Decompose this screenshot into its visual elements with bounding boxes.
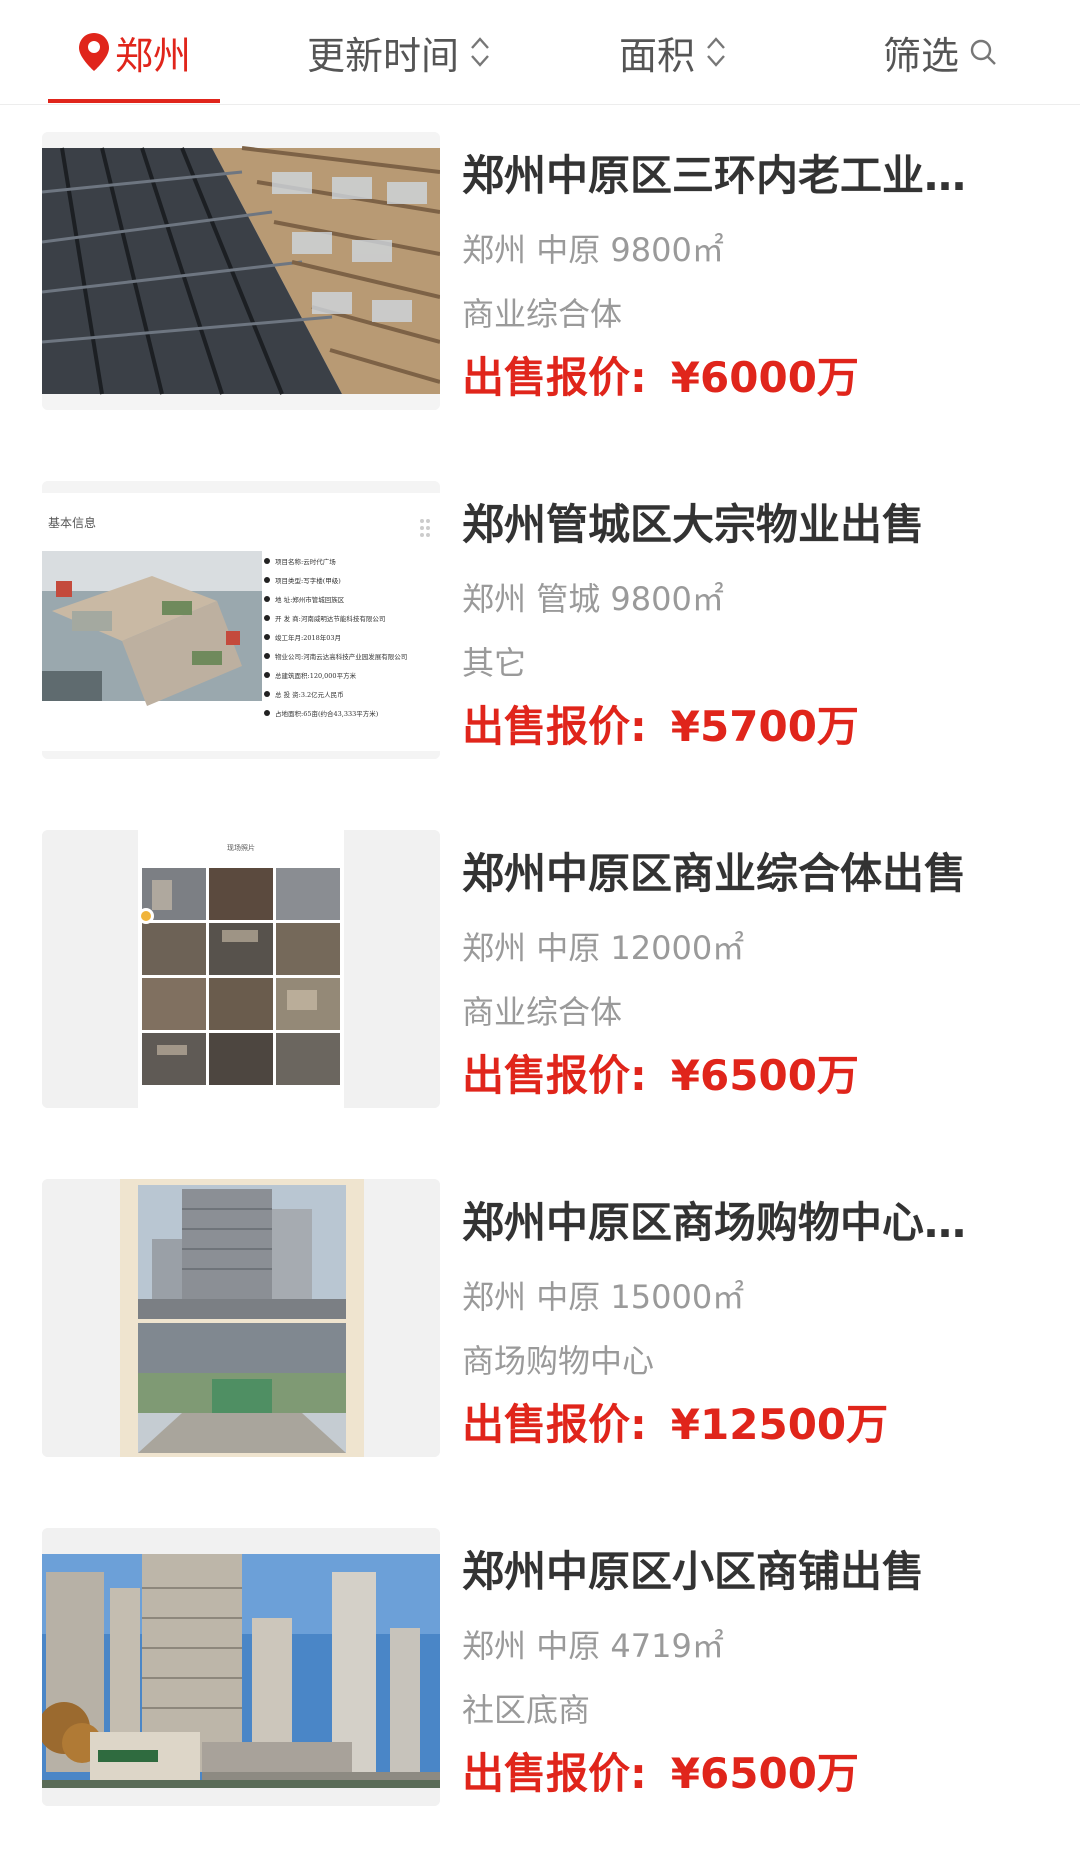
listing-card[interactable]: 基本信息 项目名称:云时代广场 项目类型:写字楼(甲级) 地 址:郑州市管城回族… bbox=[0, 481, 1080, 781]
listing-meta: 郑州 中原 12000㎡ bbox=[462, 926, 744, 970]
slide-heading: 基本信息 bbox=[48, 515, 96, 530]
sort-icon bbox=[471, 37, 489, 67]
listing-card[interactable]: 郑州中原区商场购物中心出售 郑州 中原 15000㎡ 商场购物中心 出售报价: ¥… bbox=[0, 1179, 1080, 1479]
listing-district: 中原 bbox=[536, 1627, 601, 1665]
listing-type: 其它 bbox=[462, 644, 527, 682]
filter-button[interactable]: 筛选 bbox=[870, 0, 1010, 104]
search-icon bbox=[970, 39, 996, 65]
listing-price-row: 出售报价: ¥6500万 bbox=[462, 1046, 859, 1106]
listing-type: 商场购物中心 bbox=[462, 1342, 655, 1380]
city-selector[interactable]: 郑州 bbox=[48, 0, 220, 104]
listing-district: 中原 bbox=[536, 1278, 601, 1316]
price-label: 出售报价: bbox=[462, 1400, 647, 1449]
mall-photo bbox=[42, 1179, 440, 1457]
price-value: ¥5700万 bbox=[670, 702, 859, 751]
listing-city: 郑州 bbox=[462, 231, 527, 269]
listing-city: 郑州 bbox=[462, 580, 527, 618]
project-info-slide: 基本信息 项目名称:云时代广场 项目类型:写字楼(甲级) 地 址:郑州市管城回族… bbox=[42, 481, 440, 759]
listing-district: 中原 bbox=[536, 231, 601, 269]
listing-size: 15000㎡ bbox=[610, 1278, 745, 1316]
listing-district: 中原 bbox=[536, 929, 601, 967]
listing-title[interactable]: 郑州管城区大宗物业出售 bbox=[462, 495, 1002, 555]
residential-photo bbox=[42, 1528, 440, 1806]
listing-card[interactable]: 郑州中原区小区商铺出售 郑州 中原 4719㎡ 社区底商 出售报价: ¥6500万 bbox=[0, 1528, 1080, 1828]
listing-thumbnail[interactable]: 现场照片 bbox=[42, 830, 440, 1108]
listing-price-row: 出售报价: ¥12500万 bbox=[462, 1395, 888, 1455]
city-label: 郑州 bbox=[114, 33, 191, 78]
listing-thumbnail[interactable] bbox=[42, 1179, 440, 1457]
listing-title[interactable]: 郑州中原区商业综合体出售 bbox=[462, 844, 1002, 904]
price-value: ¥6000万 bbox=[670, 353, 859, 402]
listing-price-row: 出售报价: ¥6500万 bbox=[462, 1744, 859, 1804]
listing-meta: 郑州 管城 9800㎡ bbox=[462, 577, 724, 621]
listing-size: 9800㎡ bbox=[610, 231, 724, 269]
collage-heading: 现场照片 bbox=[227, 843, 255, 852]
slide-row: 项目名称:云时代广场 bbox=[275, 557, 336, 566]
building-photo bbox=[42, 132, 440, 410]
listing-card[interactable]: 现场照片 郑州中原区商业综合体出售 郑州 中原 12000㎡ 商业综合体 出售报… bbox=[0, 830, 1080, 1130]
slide-row: 项目类型:写字楼(甲级) bbox=[275, 576, 341, 585]
listing-title[interactable]: 郑州中原区小区商铺出售 bbox=[462, 1542, 1002, 1602]
area-label: 面积 bbox=[618, 33, 695, 78]
filter-bar: 郑州 更新时间 面积 筛选 bbox=[0, 0, 1080, 105]
listing-city: 郑州 bbox=[462, 929, 527, 967]
listing-type: 社区底商 bbox=[462, 1691, 591, 1729]
listing-type: 商业综合体 bbox=[462, 993, 623, 1031]
listing-size: 9800㎡ bbox=[610, 580, 724, 618]
listing-meta: 郑州 中原 9800㎡ bbox=[462, 228, 724, 272]
price-label: 出售报价: bbox=[462, 702, 647, 751]
slide-row: 占地面积:65亩(约合43,333平方米) bbox=[275, 709, 379, 718]
listing-card[interactable]: 郑州中原区三环内老工业园区出售 郑州 中原 9800㎡ 商业综合体 出售报价: ¥… bbox=[0, 132, 1080, 432]
price-value: ¥6500万 bbox=[670, 1749, 859, 1798]
slide-row: 开 发 商:河南威明达节能科技有限公司 bbox=[275, 614, 385, 623]
filter-label: 筛选 bbox=[882, 33, 959, 78]
listing-meta: 郑州 中原 15000㎡ bbox=[462, 1275, 744, 1319]
listing-city: 郑州 bbox=[462, 1627, 527, 1665]
sort-area[interactable]: 面积 bbox=[598, 0, 748, 104]
listing-thumbnail[interactable] bbox=[42, 1528, 440, 1806]
price-label: 出售报价: bbox=[462, 1051, 647, 1100]
slide-row: 物业公司:河南云达高科技产业园发展有限公司 bbox=[275, 652, 407, 661]
slide-row: 地 址:郑州市管城回族区 bbox=[275, 595, 345, 604]
listing-meta: 郑州 中原 4719㎡ bbox=[462, 1624, 724, 1668]
listing-price-row: 出售报价: ¥6000万 bbox=[462, 348, 859, 408]
listing-price-row: 出售报价: ¥5700万 bbox=[462, 697, 859, 757]
update-time-label: 更新时间 bbox=[306, 33, 459, 78]
slide-row: 总建筑面积:120,000平方米 bbox=[275, 671, 357, 680]
active-tab-indicator bbox=[48, 99, 220, 103]
price-label: 出售报价: bbox=[462, 1749, 647, 1798]
listing-thumbnail[interactable] bbox=[42, 132, 440, 410]
listing-size: 4719㎡ bbox=[610, 1627, 724, 1665]
listing-type: 商业综合体 bbox=[462, 295, 623, 333]
listing-title[interactable]: 郑州中原区三环内老工业园区出售 bbox=[462, 146, 1002, 206]
listing-district: 管城 bbox=[536, 580, 601, 618]
sort-update-time[interactable]: 更新时间 bbox=[284, 0, 514, 104]
slide-row: 竣工年月:2018年03月 bbox=[275, 633, 341, 642]
site-photos-collage: 现场照片 bbox=[42, 830, 440, 1108]
listing-size: 12000㎡ bbox=[610, 929, 745, 967]
sort-icon bbox=[707, 37, 725, 67]
listing-title[interactable]: 郑州中原区商场购物中心出售 bbox=[462, 1193, 1002, 1253]
price-label: 出售报价: bbox=[462, 353, 647, 402]
slide-row: 总 投 资:3.2亿元人民币 bbox=[275, 690, 344, 699]
price-value: ¥12500万 bbox=[670, 1400, 889, 1449]
listing-city: 郑州 bbox=[462, 1278, 527, 1316]
location-pin-icon bbox=[78, 33, 109, 71]
listing-thumbnail[interactable]: 基本信息 项目名称:云时代广场 项目类型:写字楼(甲级) 地 址:郑州市管城回族… bbox=[42, 481, 440, 759]
price-value: ¥6500万 bbox=[670, 1051, 859, 1100]
